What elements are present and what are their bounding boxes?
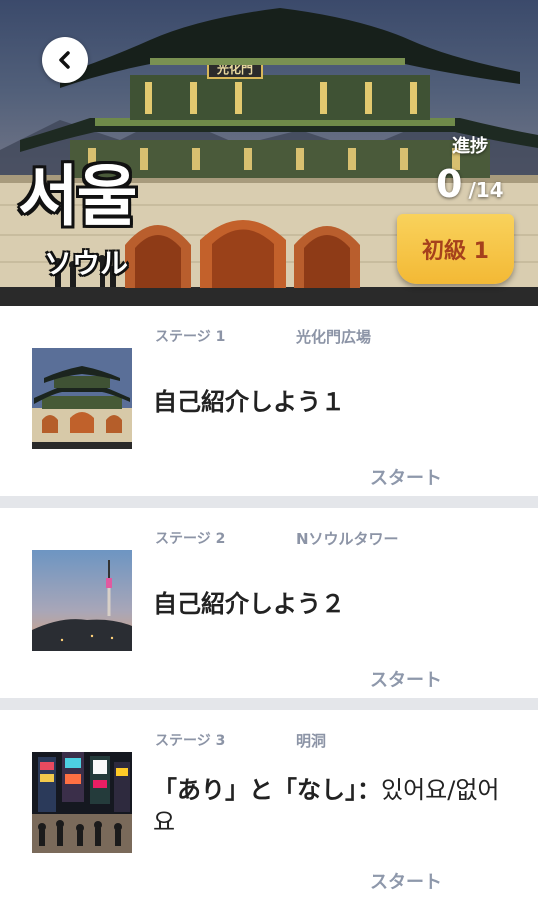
back-button[interactable] [42,37,88,83]
stage-title-bold: 「あり」と「なし」： [153,776,381,804]
progress-total: 14 [475,178,504,202]
level-badge-label: 初級 1 [422,239,489,264]
chevron-left-icon [59,51,70,69]
city-name-korean: 서울 [18,158,137,235]
stage-card-3[interactable]: ステージ 3 明洞 「あり」と「なし」：있어요/없어요 スタート [0,710,538,900]
start-button[interactable]: スタート [370,868,442,894]
progress-label: 進捗 [452,136,488,157]
stage-title: 「あり」と「なし」：있어요/없어요 [153,774,513,839]
stage-place: Nソウルタワー [296,530,399,548]
stage-list: ステージ 1 光化門広場 自己紹介しよう１ スタート ステージ 2 Nソウルタワ… [0,306,538,900]
gwanghwamun-thumbnail [32,348,132,449]
stage-card-2[interactable]: ステージ 2 Nソウルタワー 自己紹介しよう２ スタート [0,508,538,698]
myeongdong-thumbnail [32,752,132,853]
start-button[interactable]: スタート [370,666,442,692]
stage-title: 自己紹介しよう２ [153,590,345,618]
start-button[interactable]: スタート [370,464,442,490]
stage-number: ステージ 1 [155,329,226,345]
progress-current: 0 [436,162,463,206]
stage-place: 光化門広場 [296,328,372,346]
stage-number: ステージ 3 [155,733,226,749]
stage-place: 明洞 [296,732,327,750]
progress-value: 0/14 [436,162,504,206]
n-seoul-tower-thumbnail [32,550,132,651]
stage-number: ステージ 2 [155,531,226,547]
level-badge: 初級 1 [397,214,514,284]
stage-card-1[interactable]: ステージ 1 光化門広場 自己紹介しよう１ スタート [0,306,538,496]
city-name-japanese: ソウル [44,247,129,280]
stage-title: 自己紹介しよう１ [153,388,345,416]
progress-separator: / [468,178,476,202]
hero-header: 光化門 서울 ソウル 進捗 0/14 初級 1 [0,0,538,306]
